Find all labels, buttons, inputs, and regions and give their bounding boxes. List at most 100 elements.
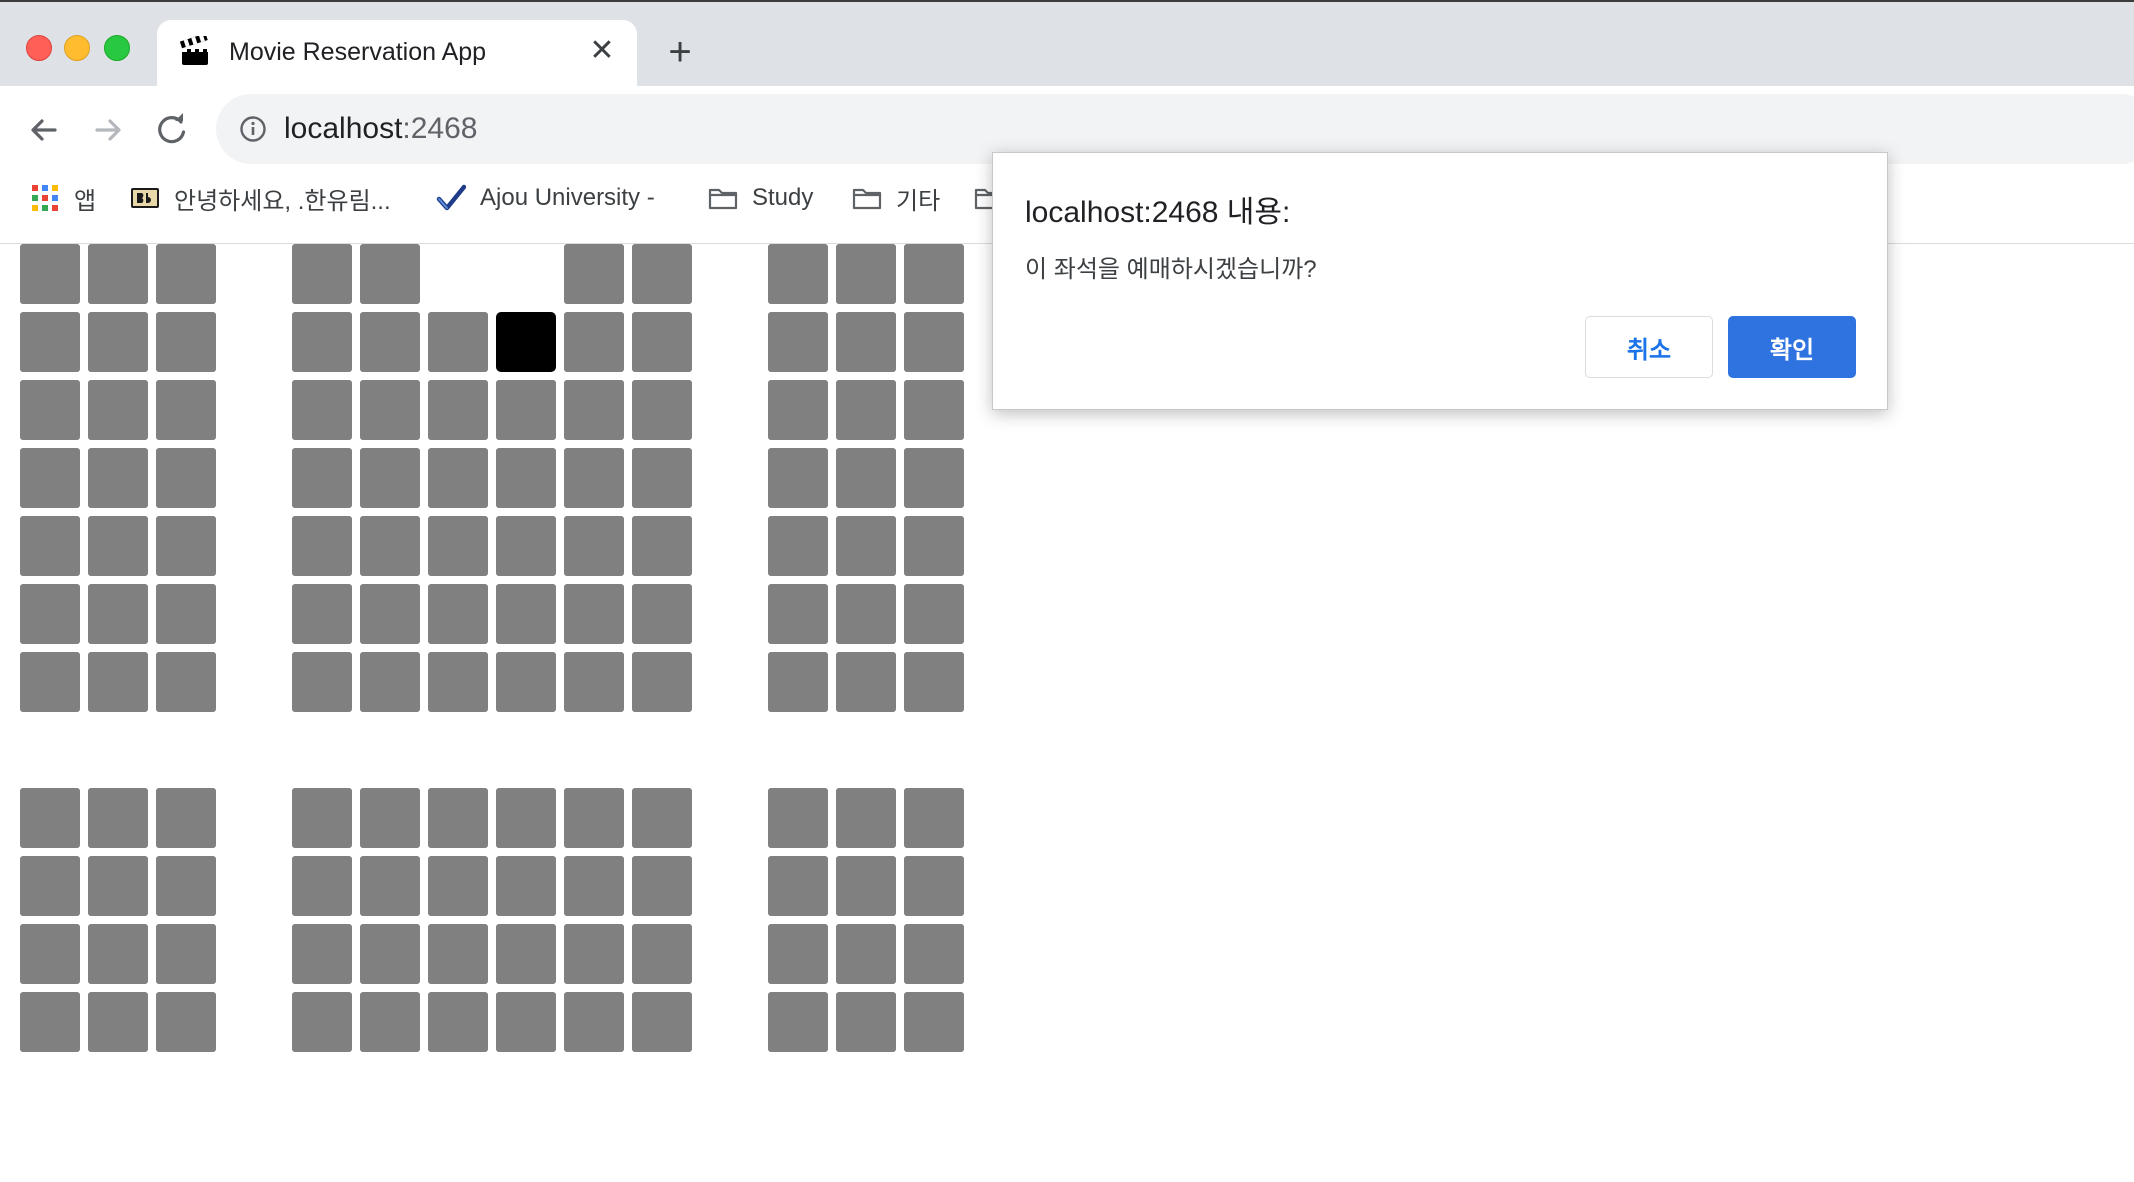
window-maximize-button[interactable] — [104, 35, 130, 61]
seat[interactable] — [88, 924, 148, 984]
seat[interactable] — [904, 856, 964, 916]
seat[interactable] — [904, 516, 964, 576]
seat[interactable] — [428, 312, 488, 372]
seat[interactable] — [904, 788, 964, 848]
seat[interactable] — [292, 788, 352, 848]
seat[interactable] — [564, 584, 624, 644]
window-minimize-button[interactable] — [64, 35, 90, 61]
seat[interactable] — [904, 992, 964, 1052]
seat[interactable] — [428, 516, 488, 576]
seat[interactable] — [360, 652, 420, 712]
seat[interactable] — [564, 244, 624, 304]
seat[interactable] — [632, 924, 692, 984]
seat[interactable] — [88, 856, 148, 916]
browser-tab[interactable]: Movie Reservation App ✕ — [157, 20, 637, 88]
seat[interactable] — [156, 856, 216, 916]
seat[interactable] — [88, 244, 148, 304]
seat[interactable] — [360, 584, 420, 644]
seat[interactable] — [836, 516, 896, 576]
seat[interactable] — [88, 448, 148, 508]
seat[interactable] — [632, 652, 692, 712]
seat[interactable] — [564, 516, 624, 576]
seat[interactable] — [360, 244, 420, 304]
info-icon[interactable] — [238, 114, 268, 144]
seat[interactable] — [292, 856, 352, 916]
seat[interactable] — [496, 992, 556, 1052]
seat[interactable] — [632, 448, 692, 508]
seat[interactable] — [360, 516, 420, 576]
seat[interactable] — [428, 856, 488, 916]
seat[interactable] — [88, 516, 148, 576]
seat[interactable] — [20, 244, 80, 304]
seat[interactable] — [360, 992, 420, 1052]
seat[interactable] — [632, 516, 692, 576]
seat[interactable] — [904, 584, 964, 644]
seat[interactable] — [836, 312, 896, 372]
seat[interactable] — [156, 924, 216, 984]
seat[interactable] — [564, 652, 624, 712]
seat[interactable] — [768, 312, 828, 372]
seat[interactable] — [564, 380, 624, 440]
seat[interactable] — [496, 448, 556, 508]
seat[interactable] — [836, 652, 896, 712]
seat[interactable] — [904, 312, 964, 372]
seat[interactable] — [292, 924, 352, 984]
seat[interactable] — [88, 312, 148, 372]
forward-arrow-icon[interactable] — [86, 108, 130, 152]
bookmark-ajou[interactable]: Ajou University - — [436, 178, 655, 218]
seat[interactable] — [564, 992, 624, 1052]
seat[interactable] — [20, 652, 80, 712]
seat[interactable] — [768, 992, 828, 1052]
seat[interactable] — [904, 924, 964, 984]
seat[interactable] — [836, 924, 896, 984]
seat[interactable] — [360, 448, 420, 508]
seat[interactable] — [836, 992, 896, 1052]
seat[interactable] — [496, 856, 556, 916]
seat[interactable] — [292, 448, 352, 508]
seat[interactable] — [88, 584, 148, 644]
seat[interactable] — [428, 448, 488, 508]
seat[interactable] — [292, 312, 352, 372]
seat[interactable] — [632, 788, 692, 848]
seat[interactable] — [564, 788, 624, 848]
seat[interactable] — [428, 788, 488, 848]
seat[interactable] — [428, 992, 488, 1052]
seat[interactable] — [904, 244, 964, 304]
seat[interactable] — [292, 992, 352, 1052]
seat[interactable] — [496, 584, 556, 644]
seat[interactable] — [156, 516, 216, 576]
seat[interactable] — [836, 788, 896, 848]
seat[interactable] — [292, 516, 352, 576]
seat[interactable] — [20, 516, 80, 576]
seat[interactable] — [904, 380, 964, 440]
seat[interactable] — [292, 380, 352, 440]
seat[interactable] — [768, 652, 828, 712]
seat[interactable] — [904, 448, 964, 508]
bookmark-blackboard[interactable]: 안녕하세요, .한유림... — [130, 178, 391, 218]
bookmark-folder-etc[interactable]: 기타 — [852, 178, 940, 218]
seat[interactable] — [156, 584, 216, 644]
seat[interactable] — [88, 788, 148, 848]
seat[interactable] — [496, 924, 556, 984]
seat[interactable] — [768, 788, 828, 848]
seat[interactable] — [88, 652, 148, 712]
seat[interactable] — [292, 244, 352, 304]
seat[interactable] — [20, 924, 80, 984]
seat[interactable] — [496, 380, 556, 440]
tab-close-icon[interactable]: ✕ — [585, 34, 619, 68]
bookmark-apps[interactable]: 앱 — [30, 178, 96, 218]
seat[interactable] — [564, 312, 624, 372]
seat[interactable] — [20, 584, 80, 644]
seat[interactable] — [20, 448, 80, 508]
seat[interactable] — [496, 652, 556, 712]
seat[interactable] — [836, 244, 896, 304]
new-tab-button[interactable]: + — [660, 32, 700, 72]
seat[interactable] — [156, 448, 216, 508]
seat[interactable] — [428, 584, 488, 644]
seat[interactable] — [632, 584, 692, 644]
seat[interactable] — [20, 856, 80, 916]
seat[interactable] — [292, 652, 352, 712]
seat[interactable] — [836, 448, 896, 508]
seat[interactable] — [292, 584, 352, 644]
seat[interactable] — [156, 652, 216, 712]
